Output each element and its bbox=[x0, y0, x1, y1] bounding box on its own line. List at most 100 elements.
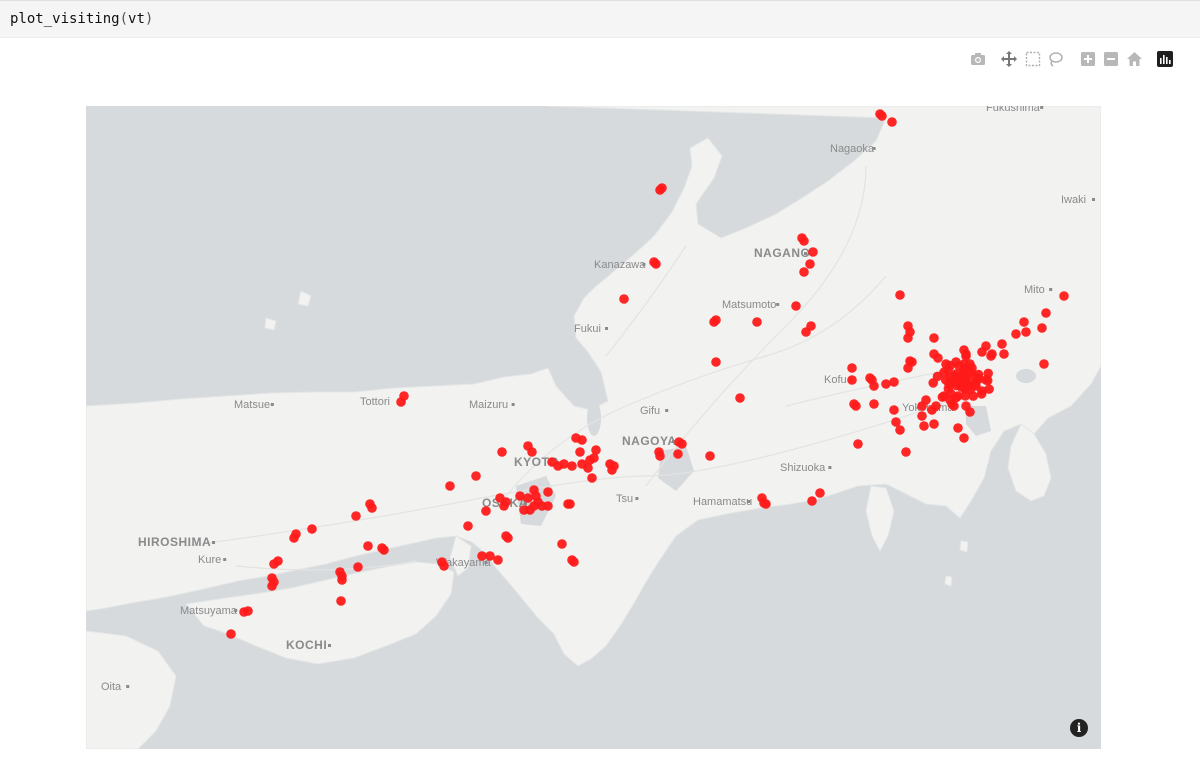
visit-marker[interactable] bbox=[519, 505, 529, 515]
visit-marker[interactable] bbox=[499, 501, 509, 511]
visit-marker[interactable] bbox=[847, 363, 857, 373]
visit-marker[interactable] bbox=[529, 485, 539, 495]
visit-marker[interactable] bbox=[651, 259, 661, 269]
visit-marker[interactable] bbox=[673, 449, 683, 459]
visit-marker[interactable] bbox=[919, 421, 929, 431]
visit-marker[interactable] bbox=[307, 524, 317, 534]
visit-marker[interactable] bbox=[881, 379, 891, 389]
visit-marker[interactable] bbox=[895, 425, 905, 435]
visit-marker[interactable] bbox=[757, 493, 767, 503]
box-select-button[interactable] bbox=[1023, 48, 1043, 70]
visit-marker[interactable] bbox=[711, 357, 721, 367]
visit-marker[interactable] bbox=[917, 411, 927, 421]
visit-marker[interactable] bbox=[806, 321, 816, 331]
visit-marker[interactable] bbox=[976, 389, 987, 399]
visit-marker[interactable] bbox=[569, 557, 579, 567]
visit-marker[interactable] bbox=[895, 290, 905, 300]
visit-marker[interactable] bbox=[289, 533, 299, 543]
lasso-button[interactable] bbox=[1045, 48, 1065, 70]
visit-marker[interactable] bbox=[267, 581, 277, 591]
plotly-logo-button[interactable] bbox=[1155, 48, 1175, 70]
visit-marker[interactable] bbox=[962, 381, 972, 391]
visit-marker[interactable] bbox=[853, 439, 863, 449]
visit-marker[interactable] bbox=[961, 349, 971, 359]
visit-marker[interactable] bbox=[577, 435, 587, 445]
visit-marker[interactable] bbox=[939, 367, 949, 377]
visit-marker[interactable] bbox=[497, 447, 507, 457]
reset-view-button[interactable] bbox=[1124, 48, 1144, 70]
visit-marker[interactable] bbox=[999, 349, 1009, 359]
visit-marker[interactable] bbox=[226, 629, 236, 639]
visit-marker[interactable] bbox=[937, 392, 948, 402]
visit-marker[interactable] bbox=[559, 459, 569, 469]
visit-marker[interactable] bbox=[445, 481, 455, 491]
visit-marker[interactable] bbox=[543, 487, 553, 497]
visit-marker[interactable] bbox=[799, 267, 809, 277]
visit-marker[interactable] bbox=[960, 391, 971, 401]
visit-marker[interactable] bbox=[889, 405, 899, 415]
visit-marker[interactable] bbox=[1021, 327, 1031, 337]
visit-marker[interactable] bbox=[805, 259, 815, 269]
visit-marker[interactable] bbox=[917, 401, 927, 411]
visit-marker[interactable] bbox=[877, 111, 887, 121]
visit-marker[interactable] bbox=[655, 185, 665, 195]
visit-marker[interactable] bbox=[1019, 317, 1029, 327]
visit-marker[interactable] bbox=[949, 401, 959, 411]
visit-marker[interactable] bbox=[523, 493, 533, 503]
visit-marker[interactable] bbox=[901, 447, 911, 457]
zoom-in-button[interactable] bbox=[1078, 48, 1098, 70]
visit-marker[interactable] bbox=[1039, 359, 1049, 369]
visit-marker[interactable] bbox=[493, 555, 503, 565]
zoom-out-button[interactable] bbox=[1101, 48, 1121, 70]
visit-marker[interactable] bbox=[869, 381, 879, 391]
visit-marker[interactable] bbox=[799, 236, 809, 246]
visit-marker[interactable] bbox=[396, 397, 406, 407]
visit-marker[interactable] bbox=[543, 501, 553, 511]
visit-marker[interactable] bbox=[815, 488, 825, 498]
visit-marker[interactable] bbox=[557, 539, 567, 549]
visit-marker[interactable] bbox=[353, 562, 363, 572]
visit-marker[interactable] bbox=[439, 561, 449, 571]
code-cell[interactable]: plot_visiting(vt) bbox=[0, 0, 1200, 38]
visit-marker[interactable] bbox=[847, 375, 857, 385]
visit-marker[interactable] bbox=[583, 463, 593, 473]
visit-marker[interactable] bbox=[709, 317, 719, 327]
visit-marker[interactable] bbox=[363, 541, 373, 551]
visit-marker[interactable] bbox=[567, 461, 577, 471]
map-canvas[interactable]: Fukushima Nagaoka Iwaki NAGANO Kanazawa Mito M… bbox=[86, 106, 1101, 749]
pan-button[interactable] bbox=[999, 48, 1019, 70]
visit-marker[interactable] bbox=[607, 465, 617, 475]
visit-marker[interactable] bbox=[851, 401, 861, 411]
visit-marker[interactable] bbox=[752, 317, 762, 327]
map-plot-area[interactable]: Fukushima Nagaoka Iwaki NAGANO Kanazawa Mito M… bbox=[86, 106, 1101, 749]
visit-marker[interactable] bbox=[889, 377, 899, 387]
visit-marker[interactable] bbox=[619, 294, 629, 304]
visit-marker[interactable] bbox=[269, 559, 279, 569]
visit-marker[interactable] bbox=[367, 503, 377, 513]
visit-marker[interactable] bbox=[933, 353, 943, 363]
visit-marker[interactable] bbox=[887, 117, 897, 127]
visit-marker[interactable] bbox=[903, 333, 913, 343]
visit-marker[interactable] bbox=[337, 575, 347, 585]
visit-marker[interactable] bbox=[959, 433, 969, 443]
visit-marker[interactable] bbox=[907, 357, 917, 367]
visit-marker[interactable] bbox=[791, 301, 801, 311]
visit-marker[interactable] bbox=[471, 471, 481, 481]
camera-button[interactable] bbox=[968, 48, 988, 70]
visit-marker[interactable] bbox=[735, 393, 745, 403]
visit-marker[interactable] bbox=[977, 347, 987, 357]
visit-marker[interactable] bbox=[929, 419, 939, 429]
visit-marker[interactable] bbox=[965, 407, 975, 417]
visit-marker[interactable] bbox=[677, 439, 687, 449]
visit-marker[interactable] bbox=[336, 596, 346, 606]
visit-marker[interactable] bbox=[967, 371, 978, 382]
visit-marker[interactable] bbox=[587, 473, 597, 483]
visit-marker[interactable] bbox=[953, 423, 963, 433]
visit-marker[interactable] bbox=[1041, 308, 1051, 318]
visit-marker[interactable] bbox=[705, 451, 715, 461]
visit-marker[interactable] bbox=[929, 333, 939, 343]
visit-marker[interactable] bbox=[1037, 323, 1047, 333]
visit-marker[interactable] bbox=[563, 499, 573, 509]
visit-marker[interactable] bbox=[575, 447, 585, 457]
visit-marker[interactable] bbox=[931, 401, 941, 411]
